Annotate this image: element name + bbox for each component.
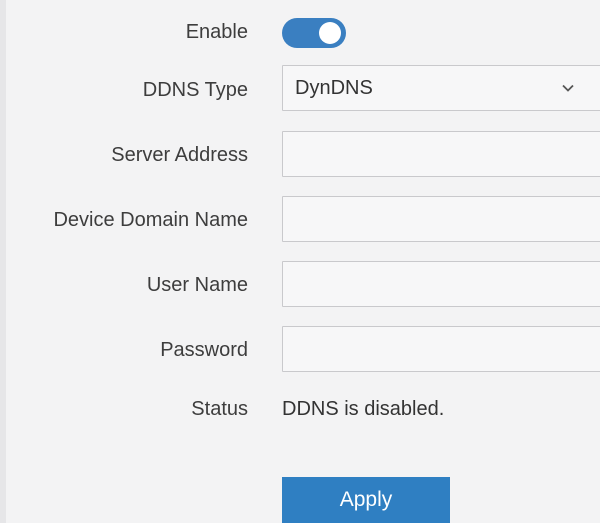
- user-name-label: User Name: [146, 274, 248, 296]
- server-address-label: Server Address: [111, 144, 248, 166]
- device-domain-name-input[interactable]: [282, 196, 600, 242]
- apply-button[interactable]: Apply: [282, 477, 450, 523]
- toggle-knob: [319, 22, 341, 44]
- ddns-type-label: DDNS Type: [142, 79, 248, 101]
- password-label: Password: [160, 339, 248, 361]
- status-label: Status: [191, 398, 248, 420]
- password-input[interactable]: [282, 326, 600, 372]
- user-name-input[interactable]: [282, 261, 600, 307]
- enable-label: Enable: [185, 21, 248, 43]
- server-address-input[interactable]: [282, 131, 600, 177]
- enable-toggle[interactable]: [282, 18, 346, 48]
- ddns-type-select[interactable]: DynDNS: [282, 65, 600, 111]
- device-domain-name-label: Device Domain Name: [53, 209, 248, 231]
- status-value: DDNS is disabled.: [282, 398, 445, 420]
- chevron-down-icon: [562, 84, 574, 92]
- ddns-type-value: DynDNS: [295, 76, 373, 99]
- ddns-settings-panel: Enable DDNS Type DynDNS Server Address D…: [0, 0, 600, 523]
